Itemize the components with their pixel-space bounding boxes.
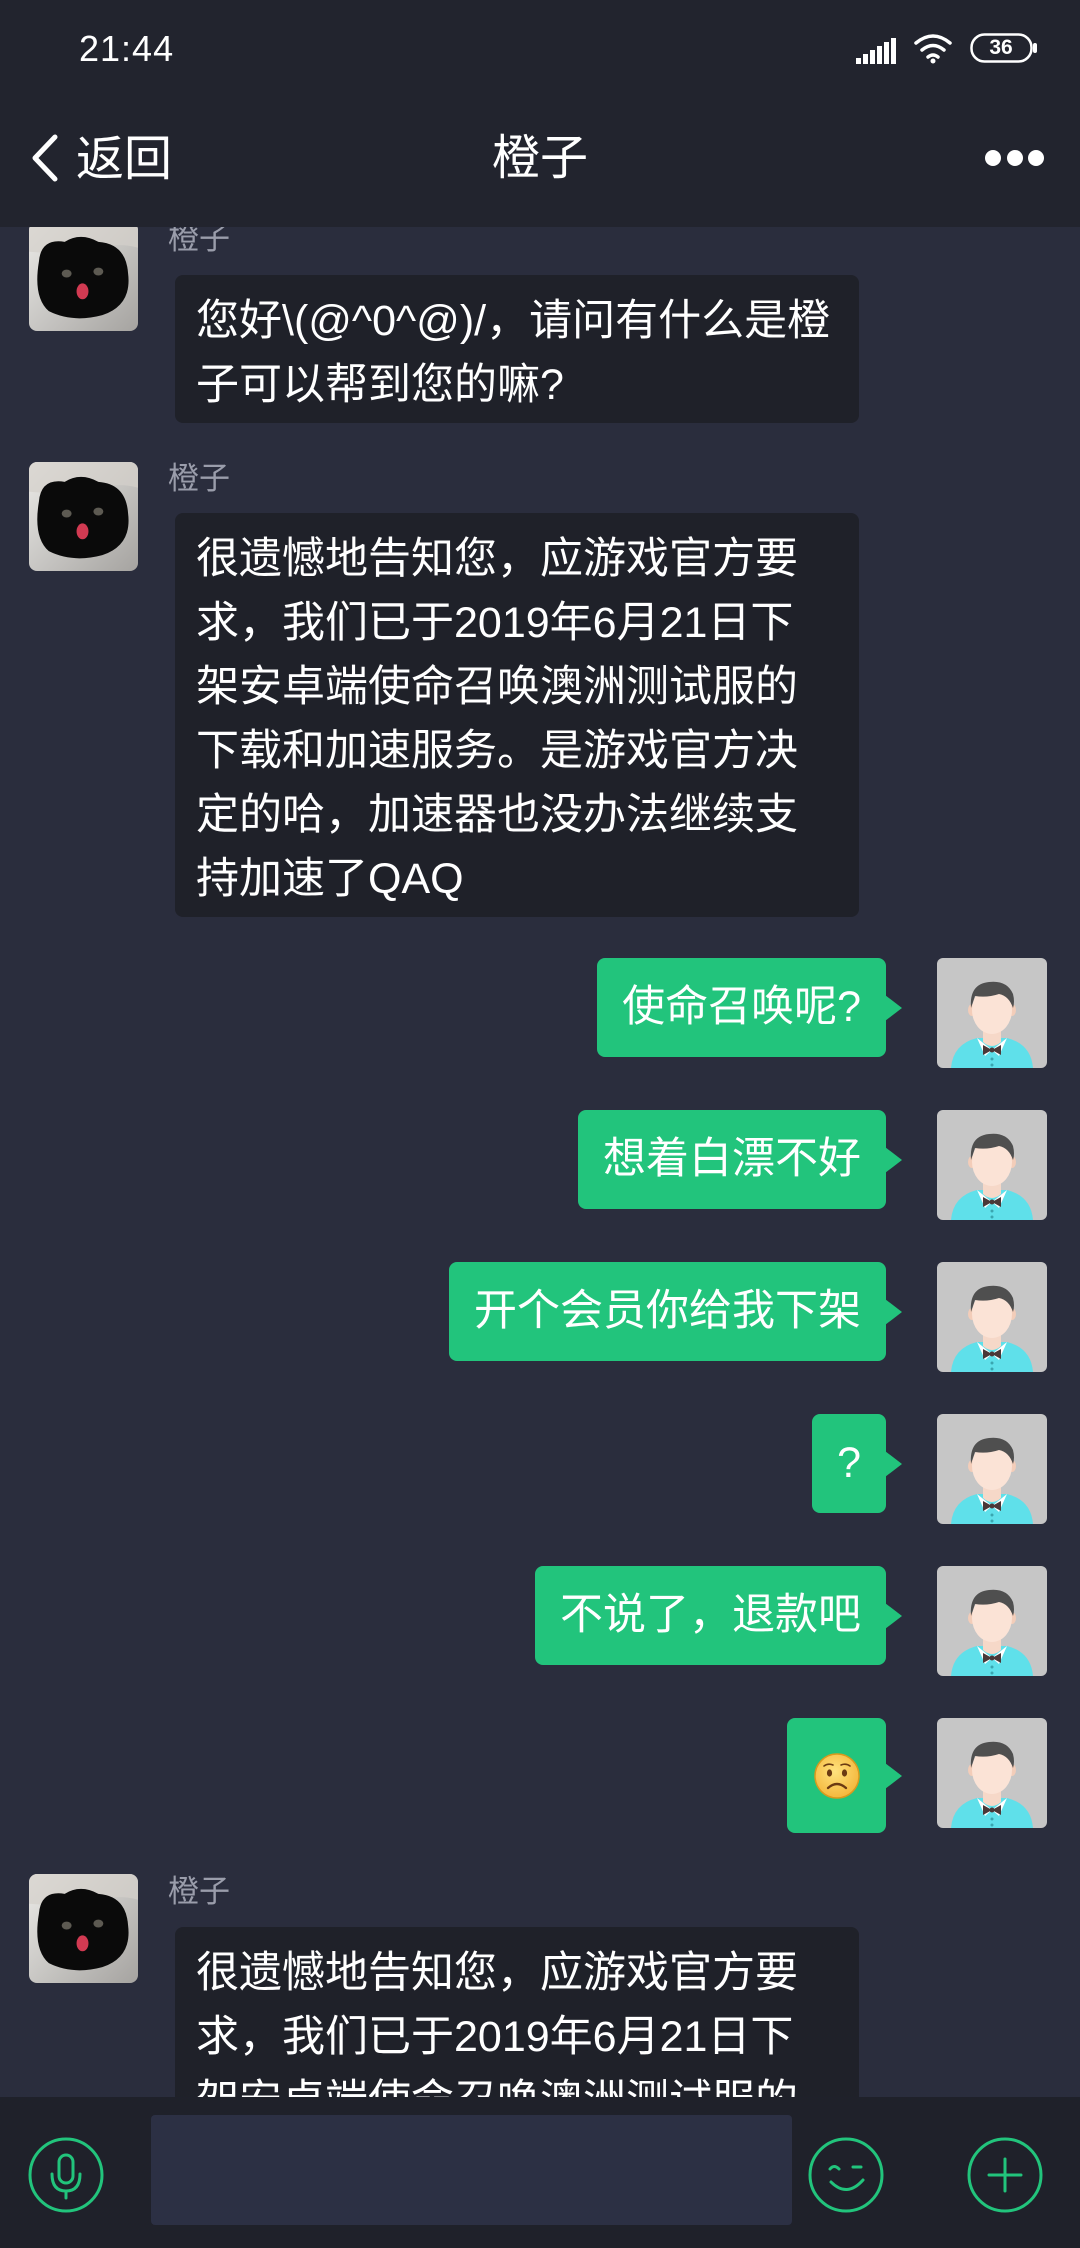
message-text-line: 很遗憾地告知您，应游戏官方要 bbox=[196, 1949, 798, 1997]
message-text-line: 求，我们已于2019年6月21日下 bbox=[196, 2013, 794, 2061]
chat-message-list[interactable]: 橙子 您好\(@^0^@)/，请问有什么是橙 子可以帮到您的嘛? 橙子 很遗憾地… bbox=[0, 227, 1080, 2097]
sender-name: 橙子 bbox=[168, 461, 230, 496]
voice-button[interactable] bbox=[27, 2136, 105, 2214]
battery-level: 36 bbox=[989, 36, 1013, 59]
microphone-icon bbox=[28, 2137, 104, 2213]
back-button[interactable]: 返回 bbox=[20, 120, 190, 200]
message-text-line: 下载和加速服务。是游戏官方决 bbox=[196, 727, 798, 775]
chevron-left-icon bbox=[32, 134, 58, 182]
user-avatar[interactable] bbox=[937, 1414, 1047, 1524]
sender-name: 橙子 bbox=[168, 227, 230, 256]
page-title: 橙子 bbox=[491, 132, 588, 185]
contact-avatar[interactable] bbox=[29, 462, 138, 571]
default-user-avatar-icon bbox=[937, 1566, 1047, 1676]
user-graphic bbox=[937, 1566, 1047, 1676]
status-bar: 21:44 36 bbox=[0, 0, 1080, 100]
input-bar bbox=[0, 2097, 1080, 2248]
chat-header: 返回 橙子 bbox=[0, 100, 1080, 227]
frowning-face-emoji-icon bbox=[813, 1752, 861, 1800]
user-graphic bbox=[937, 1262, 1047, 1372]
cat-photo-graphic bbox=[29, 462, 138, 571]
back-label: 返回 bbox=[76, 133, 173, 186]
contact-avatar[interactable] bbox=[29, 227, 138, 331]
default-user-avatar-icon bbox=[937, 1718, 1047, 1828]
contact-avatar[interactable] bbox=[29, 1874, 138, 1983]
user-avatar[interactable] bbox=[937, 1718, 1047, 1828]
wifi-icon bbox=[914, 34, 952, 64]
message-text-line: 架安卓端使命召唤澳洲测试服的 bbox=[196, 2069, 839, 2097]
cat-photo-avatar-icon bbox=[29, 462, 138, 571]
cat-photo-avatar-icon bbox=[29, 1874, 138, 1983]
cat-photo-avatar-icon bbox=[29, 227, 138, 331]
user-graphic bbox=[937, 1110, 1047, 1220]
message-bubble[interactable]: 不说了，退款吧 bbox=[535, 1566, 902, 1665]
cat-photo-graphic bbox=[29, 227, 138, 331]
emoji-button[interactable] bbox=[807, 2136, 885, 2214]
cat-photo-graphic bbox=[29, 1874, 138, 1983]
message-bubble[interactable]: 很遗憾地告知您，应游戏官方要 求，我们已于2019年6月21日下 架安卓端使命召… bbox=[175, 513, 859, 917]
user-avatar[interactable] bbox=[937, 1262, 1047, 1372]
emoji-message-bubble[interactable] bbox=[787, 1718, 902, 1833]
message-text-line: 持加速了QAQ bbox=[196, 855, 464, 903]
default-user-avatar-icon bbox=[937, 1110, 1047, 1220]
user-avatar[interactable] bbox=[937, 958, 1047, 1068]
message-input[interactable] bbox=[151, 2115, 792, 2225]
more-button[interactable] bbox=[975, 135, 1055, 181]
message-bubble[interactable]: 您好\(@^0^@)/，请问有什么是橙 子可以帮到您的嘛? bbox=[175, 275, 859, 423]
message-bubble[interactable]: 使命召唤呢? bbox=[597, 958, 902, 1057]
default-user-avatar-icon bbox=[937, 958, 1047, 1068]
plus-icon bbox=[967, 2137, 1043, 2213]
message-text-line: 子可以帮到您的嘛? bbox=[196, 361, 564, 409]
message-text-line: 您好\(@^0^@)/，请问有什么是橙 bbox=[196, 297, 831, 345]
user-graphic bbox=[937, 958, 1047, 1068]
message-text-line: 很遗憾地告知您，应游戏官方要 bbox=[196, 535, 798, 583]
message-bubble[interactable]: 很遗憾地告知您，应游戏官方要 求，我们已于2019年6月21日下 架安卓端使命召… bbox=[175, 1927, 859, 2097]
default-user-avatar-icon bbox=[937, 1414, 1047, 1524]
user-graphic bbox=[937, 1414, 1047, 1524]
status-time: 21:44 bbox=[79, 28, 175, 69]
sender-name: 橙子 bbox=[168, 1874, 230, 1909]
user-avatar[interactable] bbox=[937, 1110, 1047, 1220]
user-avatar[interactable] bbox=[937, 1566, 1047, 1676]
message-bubble[interactable]: 开个会员你给我下架 bbox=[449, 1262, 902, 1361]
emoji-wink-icon bbox=[808, 2137, 884, 2213]
signal-icon bbox=[856, 38, 896, 64]
more-dots-icon bbox=[985, 150, 1044, 166]
default-user-avatar-icon bbox=[937, 1262, 1047, 1372]
frowning-face-graphic bbox=[815, 1754, 859, 1798]
more-actions-button[interactable] bbox=[966, 2136, 1044, 2214]
message-text-line: 定的哈，加速器也没办法继续支 bbox=[196, 791, 798, 839]
user-graphic bbox=[937, 1718, 1047, 1828]
message-text-line: 架安卓端使命召唤澳洲测试服的 bbox=[196, 663, 798, 711]
message-bubble[interactable]: 想着白漂不好 bbox=[578, 1110, 902, 1209]
message-bubble[interactable]: ? bbox=[812, 1414, 902, 1513]
message-text-line: 求，我们已于2019年6月21日下 bbox=[196, 599, 794, 647]
